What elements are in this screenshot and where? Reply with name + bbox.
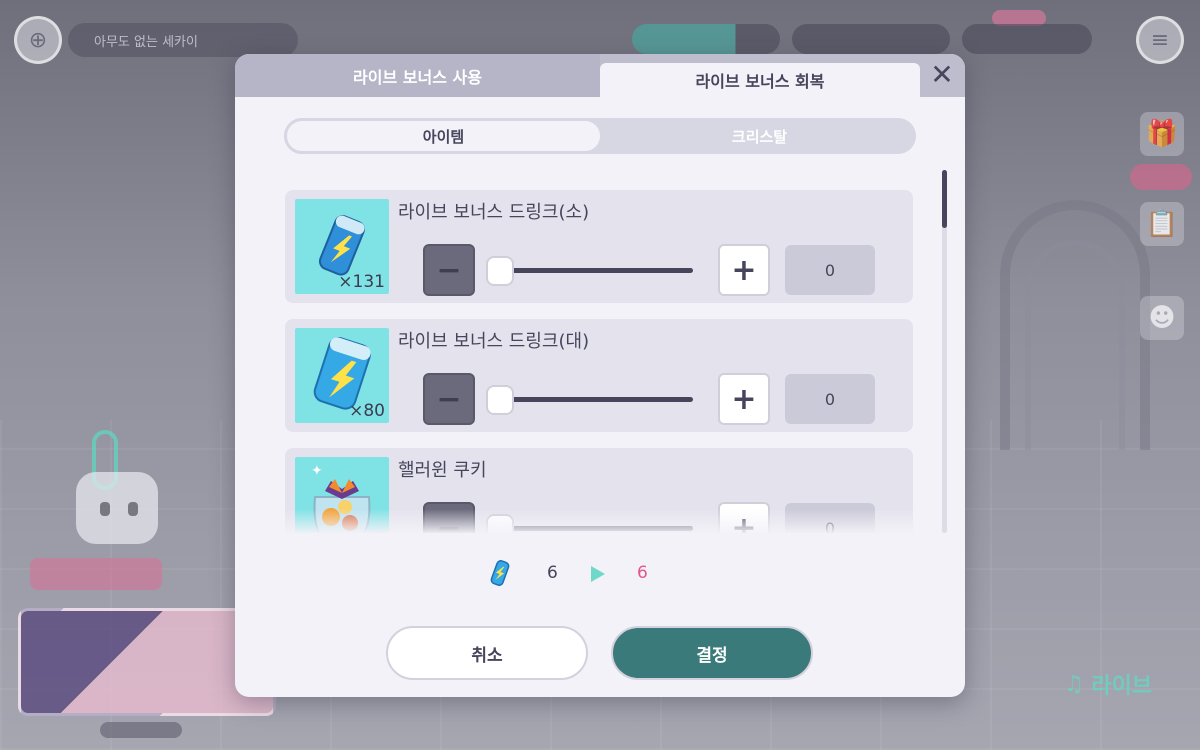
tab-live-bonus-recover[interactable]: 라이브 보너스 회복 xyxy=(600,63,920,97)
mascot-icon[interactable]: ☻ xyxy=(1140,296,1184,340)
energy-drink-large-icon: ×80 xyxy=(295,328,389,423)
increase-button[interactable]: + xyxy=(718,244,770,296)
menu-icon[interactable]: ≡ xyxy=(1136,16,1184,64)
quantity-slider-track[interactable] xyxy=(493,268,693,273)
item-name: 라이브 보너스 드링크(소) xyxy=(398,202,590,223)
quantity-field[interactable]: 0 xyxy=(785,374,875,424)
arrow-right-icon xyxy=(591,566,605,582)
bonus-current-value: 6 xyxy=(547,563,558,583)
live-bonus-icon xyxy=(485,558,515,588)
close-icon[interactable]: ✕ xyxy=(927,60,957,90)
live-bonus-modal: 라이브 보너스 사용 라이브 보너스 회복 ✕ 아이템 크리스탈 ×131 라이… xyxy=(235,54,965,697)
segment-crystal[interactable]: 크리스탈 xyxy=(603,118,916,154)
gift-icon[interactable]: 🎁 xyxy=(1140,112,1184,156)
svg-text:✦: ✦ xyxy=(311,463,323,479)
quantity-slider-track[interactable] xyxy=(493,397,693,402)
item-name: 라이브 보너스 드링크(대) xyxy=(398,331,590,352)
item-list[interactable]: ×131 라이브 보너스 드링크(소) − + 0 ×80 라이브 보너스 드링… xyxy=(285,188,917,533)
tab-live-bonus-use[interactable]: 라이브 보너스 사용 xyxy=(235,54,600,97)
decrease-button[interactable]: − xyxy=(423,373,475,425)
source-segmented-control: 아이템 크리스탈 xyxy=(284,118,916,154)
decrease-button[interactable]: − xyxy=(423,244,475,296)
confirm-button[interactable]: 결정 xyxy=(611,626,813,680)
energy-drink-small-icon: ×131 xyxy=(295,199,389,294)
live-nav-label: 라이브 xyxy=(1091,674,1153,699)
segment-item[interactable]: 아이템 xyxy=(284,118,603,154)
resource-pill-2 xyxy=(792,24,950,54)
list-item: ×131 라이브 보너스 드링크(소) − + 0 xyxy=(285,190,913,303)
character-eye xyxy=(100,502,110,516)
song-title-pill[interactable]: 아무도 없는 세카이 xyxy=(68,23,298,57)
gift-badge xyxy=(1130,164,1192,190)
background-arch-inner xyxy=(1025,240,1125,450)
music-note-icon: ♫ xyxy=(1063,671,1092,697)
bonus-result-value: 6 xyxy=(637,563,648,583)
item-count: ×80 xyxy=(349,401,385,421)
list-item: ×80 라이브 보너스 드링크(대) − + 0 xyxy=(285,319,913,432)
list-fade xyxy=(285,509,917,533)
item-count: ×131 xyxy=(338,272,385,292)
event-label[interactable] xyxy=(30,558,162,590)
bonus-summary: 6 6 xyxy=(485,558,685,588)
globe-icon[interactable]: ⊕ xyxy=(14,16,62,64)
character-eye xyxy=(128,502,138,516)
quantity-field[interactable]: 0 xyxy=(785,245,875,295)
list-scrollbar[interactable] xyxy=(942,170,947,533)
character-head xyxy=(76,472,158,544)
increase-button[interactable]: + xyxy=(718,373,770,425)
tab-strip: 라이브 보너스 사용 라이브 보너스 회복 ✕ xyxy=(235,54,965,97)
live-nav-button[interactable]: ♫ 라이브 xyxy=(1038,660,1178,708)
banner-pagination xyxy=(100,722,182,738)
clipboard-icon[interactable]: 📋 xyxy=(1140,202,1184,246)
cancel-button[interactable]: 취소 xyxy=(386,626,588,680)
resource-pill-3 xyxy=(962,24,1092,54)
scrollbar-thumb[interactable] xyxy=(942,170,947,228)
quantity-slider-thumb[interactable] xyxy=(486,256,514,286)
resource-pill-1 xyxy=(632,24,780,54)
item-name: 핼러윈 쿠키 xyxy=(398,460,487,481)
quantity-slider-thumb[interactable] xyxy=(486,385,514,415)
